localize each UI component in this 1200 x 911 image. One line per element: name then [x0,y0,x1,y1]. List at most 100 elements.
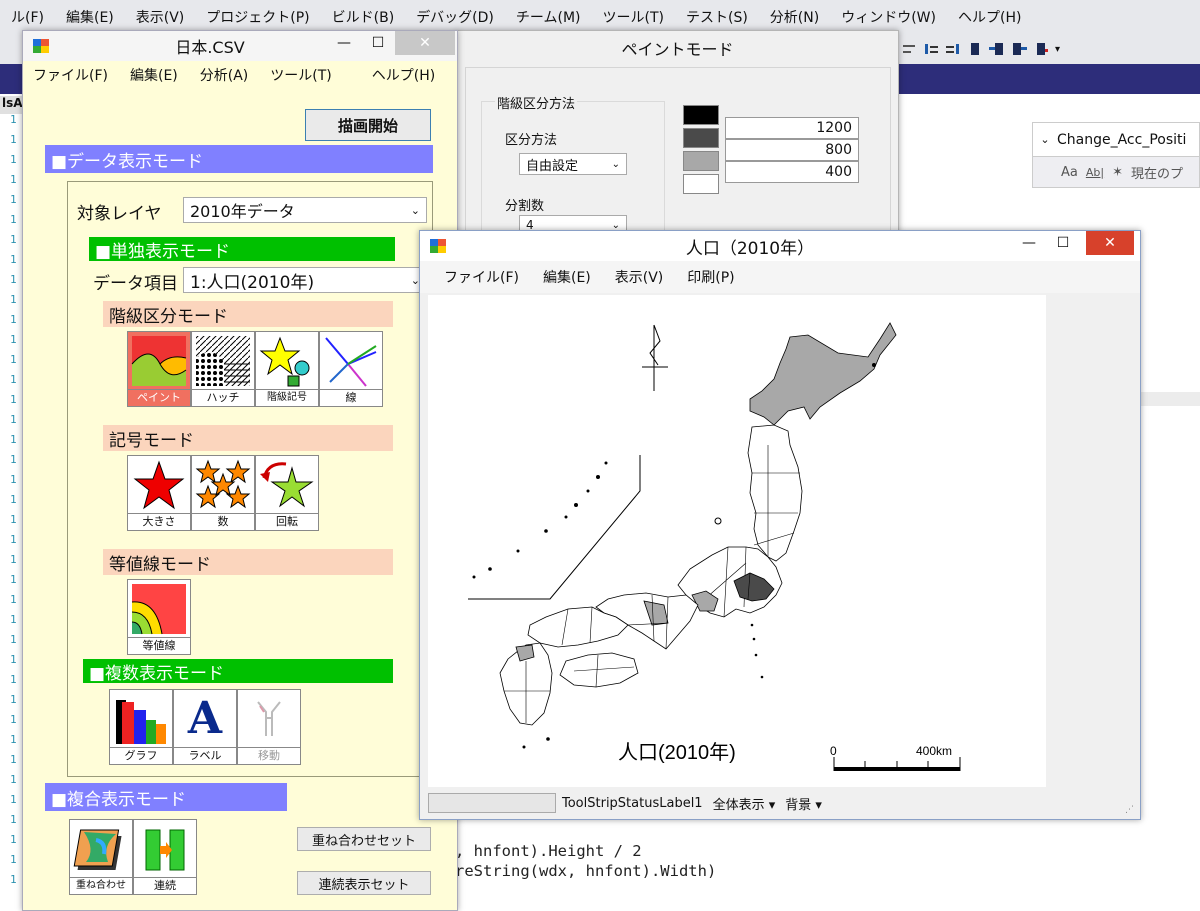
status-progress-bar [428,793,556,813]
map-side-panel [1046,295,1140,787]
close-icon[interactable]: ✕ [1086,231,1134,255]
continuous-set-button[interactable]: 連続表示セット [297,871,431,895]
map-menu-edit[interactable]: 編集(E) [529,267,601,287]
font-size-icon[interactable]: Aa [1061,165,1078,180]
contour-mode-header: 等値線モード [103,549,393,575]
graph-tool-button[interactable]: グラフ [109,689,173,765]
class-color-swatch[interactable] [683,105,719,125]
japan-map: 人口(2010年) 0 400km [468,322,961,771]
north-arrow [642,324,668,391]
continuous-tool-button[interactable]: 連続 [133,819,197,895]
next-bookmark-icon[interactable] [1011,42,1027,56]
target-layer-select[interactable]: 2010年データ ⌄ [183,197,427,223]
main-window: 日本.CSV — ☐ ✕ ファイル(F) 編集(E) 分析(A) ツール(T) … [22,30,458,911]
class-color-swatch[interactable] [683,128,719,148]
contour-tools-row: 等値線 [127,579,191,655]
paint-icon [128,332,190,389]
paint-window-titlebar[interactable]: ペイントモード [457,31,898,65]
map-window-titlebar[interactable]: 人口（2010年） — ☐ ✕ [420,231,1140,261]
editor-highlight [1140,392,1200,406]
ide-menu-item[interactable]: ツール(T) [592,7,675,27]
ide-menu-item[interactable]: テスト(S) [675,7,759,27]
size-tool-button[interactable]: 大きさ [127,455,191,531]
stars-icon [192,456,254,513]
chevron-down-icon[interactable]: ⌄ [1033,133,1057,146]
paint-mode-window: ペイントモード 階級区分方法 区分方法 自由設定 ⌄ 分割数 4 ⌄ 1200 80… [456,30,899,251]
map-menu-print[interactable]: 印刷(P) [673,267,744,287]
ide-menu-item[interactable]: チーム(M) [505,7,592,27]
contour-tool-button[interactable]: 等値線 [127,579,191,655]
menu-edit[interactable]: 編集(E) [118,65,188,85]
paint-tool-button[interactable]: ペイント [127,331,191,407]
composite-tools-row: 重ね合わせ 連続 [69,819,197,895]
outdent-icon[interactable] [945,42,961,56]
map-title: 人口(2010年) [618,741,736,764]
clear-bookmark-icon[interactable] [1033,42,1049,56]
method-select[interactable]: 自由設定 ⌄ [519,153,627,175]
ide-menu-item[interactable]: ビルド(B) [321,7,406,27]
menu-file[interactable]: ファイル(F) [23,65,118,85]
code-line[interactable]: , hnfont).Height / 2 [455,842,642,860]
minimize-icon[interactable]: — [329,31,359,55]
map-canvas[interactable]: 人口(2010年) 0 400km [428,295,1046,787]
maximize-icon[interactable]: ☐ [1048,231,1078,255]
hatch-tool-button[interactable]: ハッチ [191,331,255,407]
ide-menu-item[interactable]: 表示(V) [125,7,196,27]
ide-menu-bar: ル(F) 編集(E) 表示(V) プロジェクト(P) ビルド(B) デバッグ(D… [0,0,1200,34]
code-line[interactable]: reString(wdx, hnfont).Width) [455,862,716,880]
background-dropdown[interactable]: 背景 ▾ [785,794,822,813]
class-color-swatch[interactable] [683,174,719,194]
ide-menu-item[interactable]: ヘルプ(H) [947,7,1032,27]
ide-menu-item[interactable]: デバッグ(D) [405,7,505,27]
star-icon [128,456,190,513]
lines-icon [320,332,382,389]
count-tool-button[interactable]: 数 [191,455,255,531]
line-tool-button[interactable]: 線 [319,331,383,407]
threshold-input[interactable]: 800 [725,139,859,161]
main-window-titlebar[interactable]: 日本.CSV — ☐ ✕ [23,31,457,61]
rotate-tool-button[interactable]: 回転 [255,455,319,531]
close-icon[interactable]: ✕ [395,31,455,55]
data-mode-header: ■データ表示モード [45,145,433,173]
dropdown-arrow-icon[interactable]: ▾ [1055,44,1060,55]
menu-help[interactable]: ヘルプ(H) [342,65,445,85]
label-tool-button[interactable]: A ラベル [173,689,237,765]
indent-icon[interactable] [923,42,939,56]
menu-tools[interactable]: ツール(T) [258,65,341,85]
minimize-icon[interactable]: — [1014,231,1044,255]
ide-menu-item[interactable]: ウィンドウ(W) [830,7,947,27]
class-method-group-label: 階級区分方法 [495,93,578,112]
scale-start-label: 0 [830,744,837,758]
threshold-input[interactable]: 1200 [725,117,859,139]
abbrev-icon[interactable]: Ab| [1086,166,1104,179]
ide-menu-item[interactable]: プロジェクト(P) [195,7,320,27]
map-menu-view[interactable]: 表示(V) [601,267,674,287]
data-item-select[interactable]: 1:人口(2010年) ⌄ [183,267,427,293]
continuous-icon [134,820,196,877]
prev-bookmark-icon[interactable] [989,42,1005,56]
paint-window-title: ペイントモード [621,40,734,59]
format-icon[interactable] [901,42,917,56]
symbol-tools-row: 大きさ 数 回転 [127,455,319,531]
map-window: 人口（2010年） — ☐ ✕ ファイル(F) 編集(E) 表示(V) 印刷(P… [419,230,1141,820]
class-mode-header: 階級区分モード [103,301,393,327]
overlay-tool-button[interactable]: 重ね合わせ [69,819,133,895]
class-color-swatch[interactable] [683,151,719,171]
islet [872,363,876,367]
class-symbol-tool-button[interactable]: 階級記号 [255,331,319,407]
ide-menu-item[interactable]: 編集(E) [55,7,125,27]
draw-start-button[interactable]: 描画開始 [305,109,431,141]
ide-menu-item[interactable]: ル(F) [0,7,55,27]
menu-analysis[interactable]: 分析(A) [188,65,259,85]
star-icon[interactable]: ✶ [1112,165,1123,180]
resize-grip-icon[interactable]: ⋰ [1125,805,1134,815]
overlay-set-button[interactable]: 重ね合わせセット [297,827,431,851]
threshold-input[interactable]: 400 [725,161,859,183]
property-object-combo[interactable]: Change_Acc_Positi [1057,132,1186,148]
map-menu-file[interactable]: ファイル(F) [434,267,529,287]
ide-menu-item[interactable]: 分析(N) [759,7,830,27]
view-all-dropdown[interactable]: 全体表示 ▾ [713,794,776,813]
maximize-icon[interactable]: ☐ [363,31,393,55]
move-tool-button[interactable]: 移動 [237,689,301,765]
bookmark-icon[interactable] [967,42,983,56]
